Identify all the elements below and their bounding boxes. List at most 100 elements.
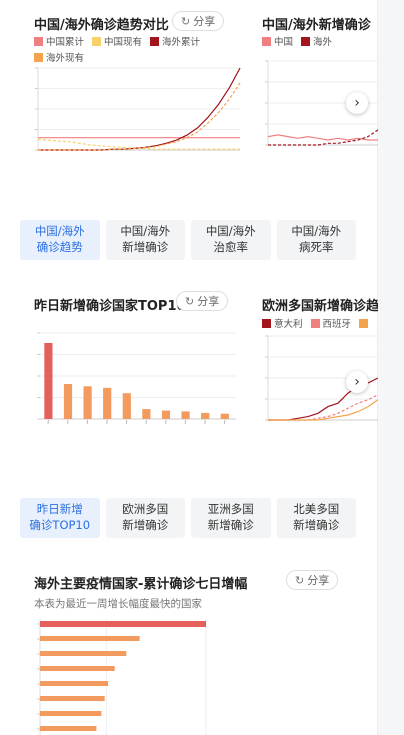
legend-label: 中国 (274, 37, 294, 48)
bar[interactable] (40, 696, 105, 701)
tab-label-line: 新增确诊 (293, 518, 340, 532)
legend-swatch (262, 36, 271, 46)
legend-label: 意大利 (274, 319, 303, 330)
tab-label-line: 新增确诊 (122, 240, 169, 254)
legend-swatch (310, 318, 320, 328)
share-icon: ↻ (181, 14, 191, 28)
tab-label-line: 治愈率 (213, 240, 249, 254)
share-button-growth[interactable]: ↻ 分享 (286, 570, 339, 590)
bar[interactable] (142, 409, 151, 419)
legend-label: 海外 (313, 37, 333, 48)
top10-carousel: 昨日新增确诊国家TOP10 ↻ 分享 欧洲多国新增确诊趋势 意大利 西班牙 › (0, 285, 378, 470)
legend-swatch (34, 36, 43, 46)
tab-label: 中国/海外 治愈率 (206, 224, 256, 255)
trend-carousel: 中国/海外确诊趋势对比 ↻ 分享 中国累计 中国现有 海外累计 海外现有 中国/海外新… (0, 0, 378, 205)
bar[interactable] (63, 384, 73, 419)
bar[interactable] (44, 343, 53, 419)
series-line (38, 82, 241, 151)
carousel-next-button-1[interactable]: › (346, 92, 368, 114)
bar[interactable] (40, 666, 115, 671)
legend-swatch (150, 36, 160, 46)
carousel-next-button-2[interactable]: › (346, 371, 368, 393)
legend-label: 中国累计 (46, 37, 85, 48)
share-label: 分享 (193, 15, 216, 28)
tab-group-trend: 中国/海外 确诊趋势 中国/海外 新增确诊 中国/海外 治愈率 中国/海外 病死率 (20, 220, 356, 260)
tab-label-line: 病死率 (299, 240, 334, 254)
new-cases-legend-item[interactable]: 海外 (301, 33, 332, 49)
tab-label: 中国/海外 确诊趋势 (35, 224, 85, 255)
chevron-right-icon: › (354, 95, 360, 111)
chart-growth (37, 619, 207, 735)
bar[interactable] (40, 636, 140, 641)
legend-europe: 意大利 西班牙 (262, 315, 378, 331)
right-scroll-rail (377, 0, 404, 735)
tab-label-line: 新增确诊 (122, 518, 169, 532)
share-label: 分享 (307, 574, 330, 587)
legend-swatch (359, 318, 369, 328)
share-button-top10[interactable]: ↻ 分享 (176, 291, 229, 311)
card-title-growth: 海外主要疫情国家-累计确诊七日增幅 (34, 577, 248, 592)
tab-label-line: 中国/海外 (34, 224, 85, 239)
bar[interactable] (161, 410, 171, 419)
tab-1[interactable]: 昨日新增 确诊TOP10 (20, 498, 100, 538)
bar[interactable] (181, 411, 190, 419)
tab-label-line: 北美多国 (293, 502, 340, 517)
legend-trend: 中国累计 中国现有 海外累计 海外现有 (34, 33, 249, 65)
tab-2[interactable]: 中国/海外 新增确诊 (105, 220, 185, 260)
legend-label: 西班牙 (322, 319, 352, 330)
tab-4[interactable]: 中国/海外 病死率 (276, 220, 356, 260)
tab-label: 昨日新增 确诊TOP10 (29, 502, 90, 533)
tab-label-line: 中国/海外 (205, 224, 256, 239)
trend-legend-item[interactable]: 中国累计 (34, 33, 84, 49)
tab-label: 中国/海外 病死率 (291, 224, 341, 255)
europe-legend-item[interactable]: 西班牙 (310, 315, 352, 331)
legend-swatch (262, 318, 271, 328)
tab-label: 欧洲多国 新增确诊 (122, 502, 168, 533)
legend-new-cases: 中国 海外 (262, 33, 378, 49)
bar[interactable] (83, 386, 92, 419)
bar[interactable] (40, 726, 97, 731)
trend-legend-item[interactable]: 海外累计 (150, 33, 200, 49)
bar[interactable] (40, 711, 102, 716)
share-icon: ↻ (295, 573, 305, 587)
tab-label-line: 中国/海外 (120, 224, 171, 239)
bar[interactable] (103, 387, 112, 419)
chart-top10 (37, 332, 236, 425)
tab-group-regions: 昨日新增 确诊TOP10 欧洲多国 新增确诊 亚洲多国 新增确诊 北美多国 新增确诊 (20, 498, 356, 538)
share-label: 分享 (197, 295, 220, 308)
chart-trend (35, 67, 241, 151)
tab-label-line: 欧洲多国 (122, 502, 169, 517)
legend-swatch (92, 36, 102, 46)
series-line (268, 129, 378, 146)
tab-label-line: 新增确诊 (207, 518, 254, 532)
tab-2[interactable]: 欧洲多国 新增确诊 (105, 498, 185, 538)
legend-swatch (301, 36, 311, 46)
growth-section: 海外主要疫情国家-累计确诊七日增幅 ↻ 分享 本表为最近一周增长幅度最快的国家 (0, 565, 378, 735)
legend-label: 中国现有 (104, 37, 143, 48)
series-line (267, 134, 378, 141)
tab-1[interactable]: 中国/海外 确诊趋势 (20, 220, 100, 260)
trend-legend-item[interactable]: 中国现有 (92, 33, 142, 49)
legend-swatch (34, 52, 43, 62)
bar[interactable] (220, 413, 229, 419)
card-title-europe: 欧洲多国新增确诊趋势 (262, 299, 378, 314)
growth-subtitle: 本表为最近一周增长幅度最快的国家 (34, 598, 202, 610)
tab-4[interactable]: 北美多国 新增确诊 (276, 498, 356, 538)
tab-3[interactable]: 中国/海外 治愈率 (191, 220, 271, 260)
new-cases-legend-item[interactable]: 中国 (262, 33, 293, 49)
bar[interactable] (122, 393, 131, 419)
tab-label-line: 中国/海外 (291, 224, 342, 239)
bar[interactable] (201, 412, 210, 419)
card-title-new-cases: 中国/海外新增确诊 (262, 18, 371, 33)
bar[interactable] (40, 621, 206, 627)
bar[interactable] (40, 651, 127, 656)
legend-label: 海外累计 (162, 37, 201, 48)
bar[interactable] (40, 681, 109, 686)
tab-3[interactable]: 亚洲多国 新增确诊 (191, 498, 271, 538)
tab-label: 中国/海外 新增确诊 (120, 224, 170, 255)
tab-label-line: 昨日新增 (36, 502, 83, 517)
europe-legend-item[interactable] (359, 315, 371, 331)
europe-legend-item[interactable]: 意大利 (262, 315, 303, 331)
tab-label: 北美多国 新增确诊 (293, 502, 339, 533)
share-button-trend[interactable]: ↻ 分享 (172, 11, 225, 31)
